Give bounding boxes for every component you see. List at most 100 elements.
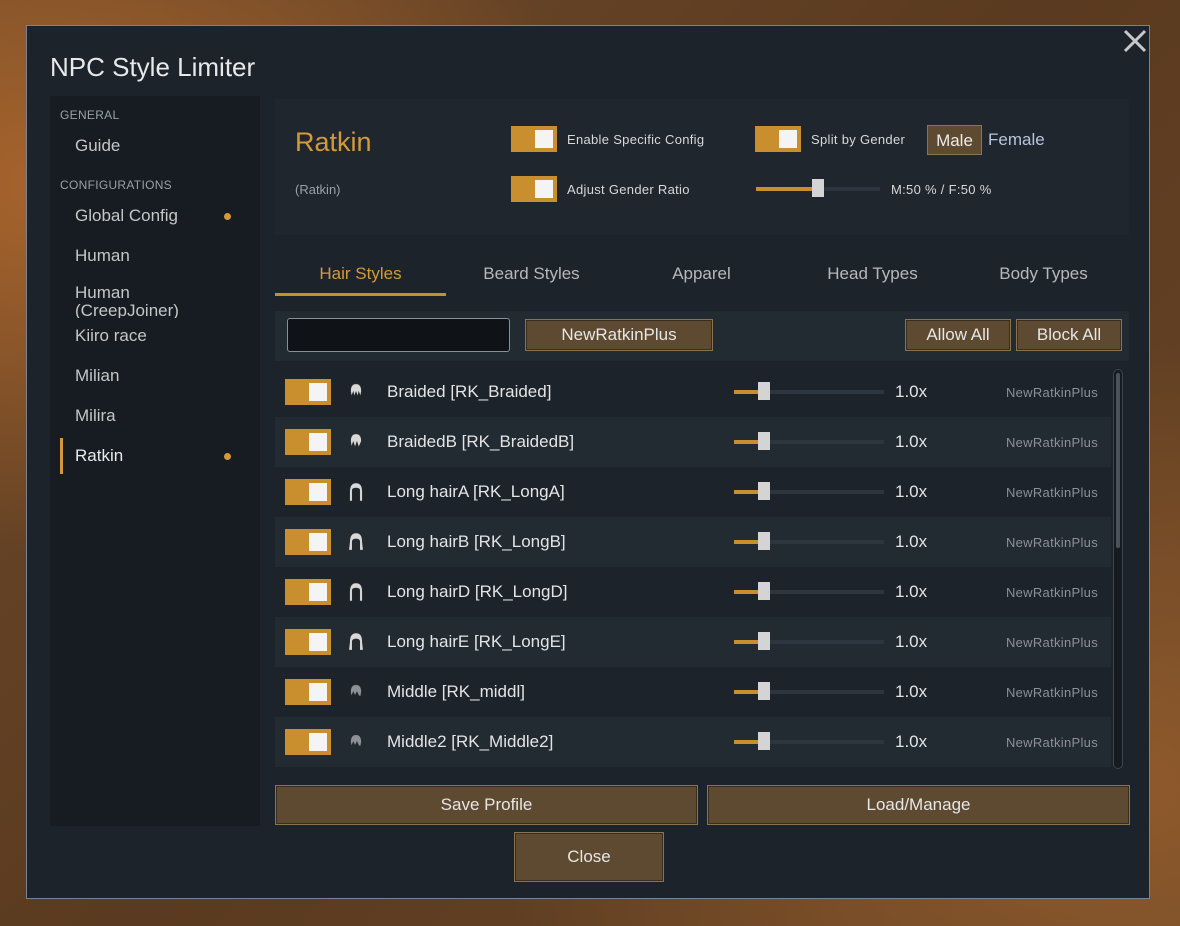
enable-specific-config-toggle[interactable] [511,126,557,152]
weight-slider[interactable] [734,732,884,752]
tab-hair-styles[interactable]: Hair Styles [275,264,446,284]
table-row: Long hairD [RK_LongD] 1.0x NewRatkinPlus [275,567,1111,617]
allow-all-button[interactable]: Allow All [905,319,1011,351]
hair-style-list: Braided [RK_Braided] 1.0x NewRatkinPlus Bra… [275,367,1111,767]
mod-filter-button[interactable]: NewRatkinPlus [525,319,713,351]
gender-ratio-text: M:50 % / F:50 % [891,182,992,197]
source-mod: NewRatkinPlus [1005,635,1098,650]
search-input[interactable] [287,318,510,352]
slider-handle[interactable] [758,632,770,650]
weight-value: 1.0x [895,582,928,601]
weight-value: 1.0x [895,482,928,501]
list-toolbar: NewRatkinPlus Allow All Block All [275,311,1129,361]
sidebar-item-label: Global Config [75,206,179,225]
weight-slider[interactable] [734,482,884,502]
hair-style-name: Middle2 [RK_Middle2] [387,732,554,751]
close-button[interactable]: Close [514,832,664,882]
slider-handle[interactable] [758,682,770,700]
toggle-knob [779,130,797,148]
race-def-name: (Ratkin) [295,182,341,197]
sidebar-item-human[interactable]: Human [50,238,260,274]
source-mod: NewRatkinPlus [1005,735,1098,750]
hair-enabled-toggle[interactable] [285,679,331,705]
split-by-gender-label: Split by Gender [811,132,906,147]
slider-handle[interactable] [758,732,770,750]
hair-enabled-toggle[interactable] [285,629,331,655]
gender-ratio-slider[interactable] [756,179,880,199]
source-mod: NewRatkinPlus [1005,585,1098,600]
sidebar-item-milian[interactable]: Milian [50,358,260,394]
sidebar-item-kiiro-race[interactable]: Kiiro race [50,318,260,354]
toggle-knob [309,633,327,651]
weight-value: 1.0x [895,632,928,651]
table-row: BraidedB [RK_BraidedB] 1.0x NewRatkinPlus [275,417,1111,467]
hair-style-icon [350,684,362,698]
tab-beard-styles[interactable]: Beard Styles [446,264,617,284]
weight-slider[interactable] [734,432,884,452]
slider-handle[interactable] [758,432,770,450]
hair-style-name: Braided [RK_Braided] [387,382,552,401]
sidebar-item-label: Human [75,246,130,265]
toggle-knob [309,383,327,401]
tab-apparel[interactable]: Apparel [616,264,787,284]
weight-slider[interactable] [734,582,884,602]
sidebar-item-label: Kiiro race [75,326,147,345]
hair-enabled-toggle[interactable] [285,729,331,755]
hair-enabled-toggle[interactable] [285,429,331,455]
sidebar-item-milira[interactable]: Milira [50,398,260,434]
block-all-button[interactable]: Block All [1016,319,1122,351]
slider-handle[interactable] [758,382,770,400]
load-manage-button[interactable]: Load/Manage [707,785,1130,825]
sidebar-item-human-creepjoiner[interactable]: Human (CreepJoiner) [50,278,260,319]
sidebar-header-general: GENERAL [60,108,120,122]
hair-enabled-toggle[interactable] [285,529,331,555]
weight-slider[interactable] [734,632,884,652]
hair-enabled-toggle[interactable] [285,579,331,605]
table-row: Middle [RK_middl] 1.0x NewRatkinPlus [275,667,1111,717]
modified-dot-icon [224,213,231,220]
table-row: Middle2 [RK_Middle2] 1.0x NewRatkinPlus [275,717,1111,767]
weight-slider[interactable] [734,532,884,552]
scrollbar-thumb[interactable] [1116,373,1120,548]
sidebar-item-guide[interactable]: Guide [50,128,260,164]
toggle-knob [535,130,553,148]
source-mod: NewRatkinPlus [1005,485,1098,500]
adjust-gender-ratio-toggle[interactable] [511,176,557,202]
slider-handle[interactable] [758,532,770,550]
sidebar-item-label: Human (CreepJoiner) [75,283,179,319]
weight-slider[interactable] [734,382,884,402]
hair-style-name: Long hairD [RK_LongD] [387,582,568,601]
gender-female-button[interactable]: Female [988,125,1045,155]
tab-head-types[interactable]: Head Types [787,264,958,284]
tab-body-types[interactable]: Body Types [958,264,1129,284]
weight-value: 1.0x [895,432,928,451]
slider-handle[interactable] [758,582,770,600]
slider-fill [756,187,818,191]
toggle-knob [309,483,327,501]
hair-style-icon [350,383,362,398]
sidebar-item-ratkin[interactable]: Ratkin [50,438,260,474]
sidebar-item-global-config[interactable]: Global Config [50,198,260,234]
gender-male-button[interactable]: Male [927,125,982,155]
list-scrollbar[interactable] [1113,369,1123,769]
toggle-knob [309,683,327,701]
sidebar: GENERAL Guide CONFIGURATIONS Global Conf… [50,96,260,826]
weight-value: 1.0x [895,532,928,551]
dialog-title: NPC Style Limiter [50,52,256,82]
weight-value: 1.0x [895,732,928,751]
sidebar-item-label: Guide [75,136,121,155]
hair-style-icon [349,482,363,502]
split-by-gender-toggle[interactable] [755,126,801,152]
hair-enabled-toggle[interactable] [285,479,331,505]
slider-handle[interactable] [812,179,824,197]
save-profile-button[interactable]: Save Profile [275,785,698,825]
table-row: Long hairA [RK_LongA] 1.0x NewRatkinPlus [275,467,1111,517]
weight-slider[interactable] [734,682,884,702]
toggle-knob [309,733,327,751]
hair-style-name: Middle [RK_middl] [387,682,525,701]
slider-handle[interactable] [758,482,770,500]
hair-style-icon [350,433,362,449]
race-name: Ratkin [295,127,372,157]
hair-enabled-toggle[interactable] [285,379,331,405]
close-x-icon[interactable] [1120,26,1150,56]
